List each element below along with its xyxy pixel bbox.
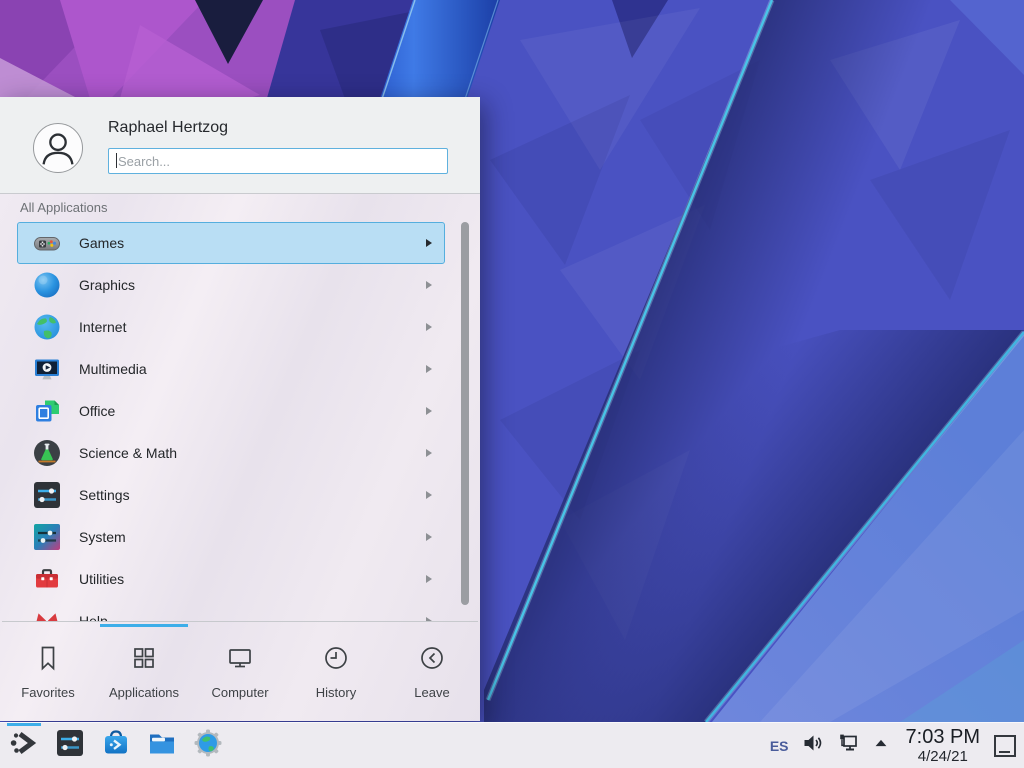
category-label: Help (79, 613, 108, 621)
application-launcher-menu: Raphael Hertzog All Applications (0, 97, 480, 721)
web-browser-button[interactable] (189, 726, 227, 766)
history-icon (321, 643, 351, 678)
leave-icon (417, 643, 447, 678)
tab-label: Favorites (21, 685, 74, 700)
category-internet[interactable]: Internet (17, 306, 445, 348)
user-name: Raphael Hertzog (108, 119, 228, 137)
graphics-icon (31, 269, 63, 301)
internet-icon (31, 311, 63, 343)
tab-label: Applications (109, 685, 179, 700)
clock-time: 7:03 PM (906, 727, 980, 747)
launcher-tab-bar: Favorites Applications C (0, 625, 480, 721)
tab-leave[interactable]: Leave (384, 625, 480, 721)
clock-date: 4/24/21 (918, 749, 968, 764)
category-games[interactable]: Games (17, 222, 445, 264)
launcher-header: Raphael Hertzog (0, 97, 480, 194)
office-icon (31, 395, 63, 427)
submenu-arrow-icon (426, 281, 432, 289)
applications-icon (129, 643, 159, 678)
submenu-arrow-icon (426, 575, 432, 583)
application-category-list: Games Graphics (17, 222, 445, 621)
category-settings[interactable]: Settings (17, 474, 445, 516)
tab-label: Leave (414, 685, 449, 700)
user-avatar[interactable] (33, 123, 83, 173)
taskbar: ES (0, 722, 1024, 768)
search-input[interactable] (109, 149, 447, 173)
list-scrollbar[interactable] (461, 222, 469, 605)
category-label: Multimedia (79, 361, 147, 377)
volume-icon[interactable] (802, 732, 824, 759)
category-label: Utilities (79, 571, 124, 587)
category-multimedia[interactable]: Multimedia (17, 348, 445, 390)
search-field[interactable] (108, 148, 448, 174)
settings-icon (31, 479, 63, 511)
tray-expander-icon[interactable] (872, 734, 890, 757)
active-task-indicator (7, 723, 41, 726)
tab-favorites[interactable]: Favorites (0, 625, 96, 721)
category-graphics[interactable]: Graphics (17, 264, 445, 306)
category-label: Settings (79, 487, 130, 503)
utilities-icon (31, 563, 63, 595)
submenu-arrow-icon (426, 491, 432, 499)
category-help[interactable]: Help (17, 600, 445, 621)
computer-icon (225, 643, 255, 678)
help-icon (31, 605, 63, 621)
category-label: Science & Math (79, 445, 177, 461)
submenu-arrow-icon (426, 407, 432, 415)
favorites-icon (33, 643, 63, 678)
system-icon (31, 521, 63, 553)
digital-clock[interactable]: 7:03 PM 4/24/21 (906, 727, 980, 764)
category-label: Graphics (79, 277, 135, 293)
system-tray: ES (770, 732, 890, 759)
separator (2, 621, 478, 622)
system-settings-button[interactable] (51, 726, 89, 766)
kde-launcher-icon (9, 728, 39, 763)
category-label: Internet (79, 319, 126, 335)
category-label: System (79, 529, 126, 545)
category-system[interactable]: System (17, 516, 445, 558)
category-office[interactable]: Office (17, 390, 445, 432)
submenu-arrow-icon (426, 449, 432, 457)
category-label: Games (79, 235, 124, 251)
folder-icon (147, 728, 177, 763)
keyboard-layout-indicator[interactable]: ES (770, 738, 789, 754)
category-utilities[interactable]: Utilities (17, 558, 445, 600)
application-launcher-button[interactable] (5, 726, 43, 766)
tab-applications[interactable]: Applications (96, 625, 192, 721)
science-icon (31, 437, 63, 469)
discover-icon (101, 728, 131, 763)
multimedia-icon (31, 353, 63, 385)
tab-label: History (316, 685, 356, 700)
network-icon[interactable] (837, 732, 859, 759)
submenu-arrow-icon (426, 533, 432, 541)
tab-label: Computer (211, 685, 268, 700)
category-label: Office (79, 403, 115, 419)
tab-computer[interactable]: Computer (192, 625, 288, 721)
desktop: Raphael Hertzog All Applications (0, 0, 1024, 768)
discover-button[interactable] (97, 726, 135, 766)
submenu-arrow-icon (426, 239, 432, 247)
submenu-arrow-icon (426, 323, 432, 331)
web-browser-icon (193, 728, 223, 763)
tab-history[interactable]: History (288, 625, 384, 721)
section-label: All Applications (20, 200, 107, 215)
submenu-arrow-icon (426, 365, 432, 373)
games-icon (31, 227, 63, 259)
show-desktop-button[interactable] (994, 735, 1016, 757)
category-science-math[interactable]: Science & Math (17, 432, 445, 474)
file-manager-button[interactable] (143, 726, 181, 766)
text-cursor (116, 153, 117, 168)
system-settings-icon (55, 728, 85, 763)
